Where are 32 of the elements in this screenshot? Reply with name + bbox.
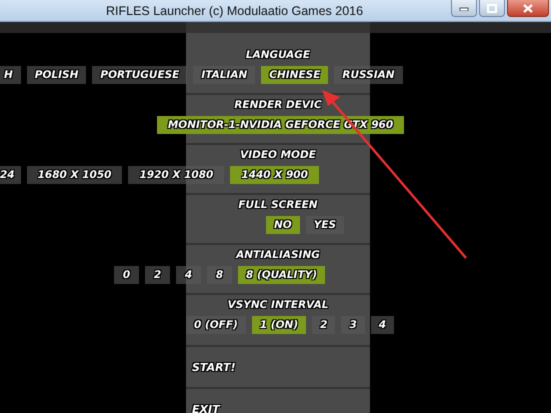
option-button[interactable]: 4: [176, 266, 201, 284]
section-label: FULL SCREEN: [238, 199, 318, 212]
option-button[interactable]: 2: [312, 316, 336, 334]
menu-button[interactable]: START!: [192, 360, 236, 374]
option-button[interactable]: 3: [341, 316, 365, 334]
option-button[interactable]: 8: [207, 266, 232, 284]
option-button[interactable]: H: [0, 66, 21, 84]
close-icon: [523, 4, 533, 12]
option-button[interactable]: RUSSIAN: [334, 66, 403, 84]
maximize-icon: [487, 4, 497, 12]
option-button[interactable]: 4: [370, 316, 394, 334]
minimize-button[interactable]: [451, 0, 477, 17]
option-button[interactable]: 0 (OFF): [186, 316, 246, 334]
window-title: RIFLES Launcher (c) Modulaatio Games 2016: [105, 4, 364, 18]
option-button[interactable]: 2: [145, 266, 170, 284]
option-button[interactable]: 1920 X 1080: [128, 166, 224, 184]
option-button[interactable]: 0: [114, 266, 139, 284]
section-label: ANTIALIASING: [236, 249, 320, 262]
section-label: RENDER DEVIC: [234, 99, 322, 112]
menu-button[interactable]: EXIT: [192, 402, 220, 413]
option-button[interactable]: 1680 X 1050: [26, 166, 122, 184]
section-label: LANGUAGE: [246, 49, 310, 62]
option-button[interactable]: POLISH: [26, 66, 86, 84]
section-label: VSYNC INTERVAL: [228, 299, 328, 312]
option-button[interactable]: YES: [306, 216, 344, 234]
close-button[interactable]: [507, 0, 549, 17]
maximize-button[interactable]: [479, 0, 505, 17]
option-button[interactable]: ITALIAN: [193, 66, 256, 84]
option-button[interactable]: PORTUGUESE: [92, 66, 188, 84]
option-button[interactable]: 24: [0, 166, 21, 184]
minimize-icon: [459, 5, 469, 11]
section-label: VIDEO MODE: [240, 149, 316, 162]
